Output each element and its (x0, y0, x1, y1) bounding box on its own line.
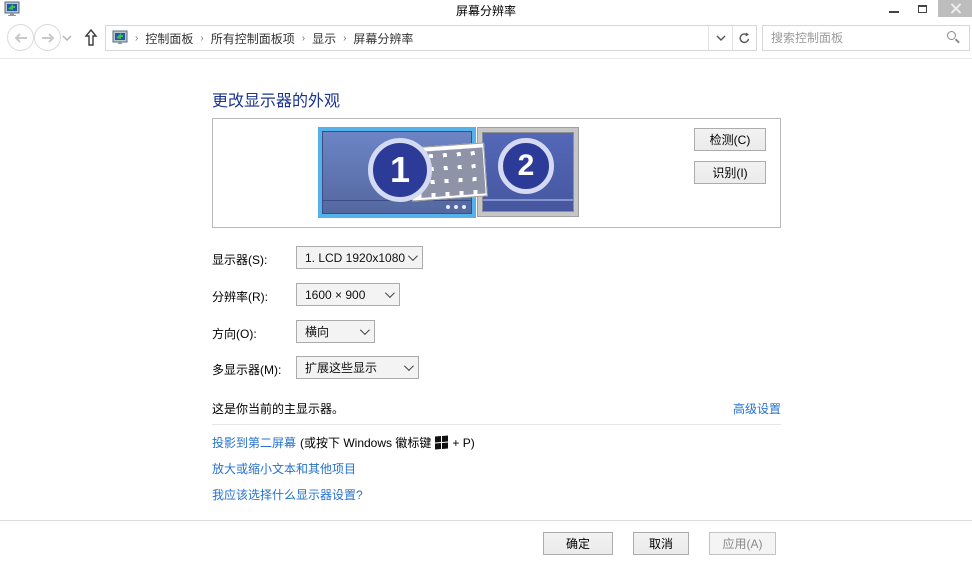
refresh-button[interactable] (732, 26, 756, 50)
cancel-button[interactable]: 取消 (633, 532, 689, 555)
close-button[interactable] (938, 0, 972, 17)
forward-arrow-icon (41, 32, 54, 43)
taskbar-dot (454, 205, 458, 209)
back-arrow-icon (14, 32, 27, 43)
monitor-1[interactable]: 1 (318, 127, 488, 218)
search-icon[interactable] (945, 30, 961, 46)
maximize-button[interactable] (908, 0, 936, 17)
advanced-settings-link[interactable]: 高级设置 (733, 400, 781, 417)
project-hint-pre: (或按下 Windows 徽标键 (300, 436, 432, 450)
primary-display-note: 这是你当前的主显示器。 (212, 402, 345, 416)
ok-button[interactable]: 确定 (543, 532, 613, 555)
recent-pages-chevron-icon[interactable] (62, 35, 72, 41)
chevron-down-icon (407, 251, 418, 262)
minimize-button[interactable] (880, 0, 908, 17)
breadcrumb-display[interactable]: 显示 (312, 30, 336, 47)
windows-logo-icon (435, 435, 449, 450)
resolution-select-value: 1600 × 900 (305, 287, 366, 302)
refresh-icon (739, 32, 750, 43)
breadcrumb-screen-resolution[interactable]: 屏幕分辨率 (353, 30, 413, 47)
multiple-displays-select[interactable]: 扩展这些显示 (296, 356, 419, 379)
breadcrumb-all-items[interactable]: 所有控制面板项 (211, 30, 295, 47)
navigation-toolbar: › 控制面板 › 所有控制面板项 › 显示 › 屏幕分辨率 (0, 18, 972, 59)
chevron-down-icon (359, 325, 370, 336)
detect-button[interactable]: 检测(C) (694, 128, 766, 151)
project-second-screen-link[interactable]: 投影到第二屏幕 (212, 434, 296, 451)
display-label: 显示器(S): (212, 253, 268, 267)
display-select-value: 1. LCD 1920x1080 (305, 250, 406, 265)
monitor-2-number: 2 (498, 138, 554, 194)
title-bar: 屏幕分辨率 (0, 0, 972, 18)
project-second-screen-row: 投影到第二屏幕 (或按下 Windows 徽标键 + P) (212, 434, 475, 451)
multiple-displays-select-value: 扩展这些显示 (305, 361, 378, 375)
breadcrumb-separator: › (135, 32, 139, 44)
search-input[interactable] (763, 31, 945, 45)
project-hint-post: + P) (452, 435, 475, 450)
address-bar[interactable]: › 控制面板 › 所有控制面板项 › 显示 › 屏幕分辨率 (105, 25, 757, 51)
breadcrumb-separator: › (200, 32, 204, 44)
chevron-down-icon (403, 361, 414, 372)
forward-button[interactable] (34, 24, 61, 51)
multiple-displays-label: 多显示器(M): (212, 363, 282, 377)
address-dropdown-button[interactable] (708, 26, 732, 50)
monitor-2[interactable]: 2 (478, 128, 578, 216)
monitor-1-number: 1 (368, 138, 432, 202)
breadcrumb-separator: › (301, 32, 306, 44)
breadcrumb-monitor-icon (112, 30, 128, 44)
apply-button: 应用(A) (709, 532, 776, 555)
up-button[interactable] (84, 27, 98, 49)
orientation-select-value: 横向 (305, 325, 330, 339)
taskbar-dot (462, 205, 466, 209)
display-select[interactable]: 1. LCD 1920x1080 (296, 246, 423, 269)
search-box (762, 25, 970, 51)
breadcrumb-control-panel[interactable]: 控制面板 (145, 30, 193, 47)
back-button[interactable] (7, 24, 34, 51)
identify-button[interactable]: 识别(I) (694, 161, 766, 184)
resolution-label: 分辨率(R): (212, 290, 268, 304)
chevron-down-icon (716, 35, 725, 41)
resolution-select[interactable]: 1600 × 900 (296, 283, 400, 306)
maximize-icon (917, 4, 927, 13)
section-divider (212, 424, 781, 425)
close-icon (950, 3, 961, 14)
minimize-icon (889, 10, 899, 13)
chevron-down-icon (384, 288, 395, 299)
display-settings-help-link[interactable]: 我应该选择什么显示器设置? (212, 486, 363, 503)
orientation-select[interactable]: 横向 (296, 320, 375, 343)
taskbar-dot (446, 205, 450, 209)
window-title: 屏幕分辨率 (455, 4, 516, 18)
make-text-larger-link[interactable]: 放大或缩小文本和其他项目 (212, 460, 356, 477)
breadcrumb-separator: › (343, 32, 347, 44)
footer-divider (0, 520, 972, 521)
monitor-2-taskbar-line (483, 199, 573, 201)
page-title: 更改显示器的外观 (212, 93, 341, 110)
orientation-label: 方向(O): (212, 327, 257, 341)
